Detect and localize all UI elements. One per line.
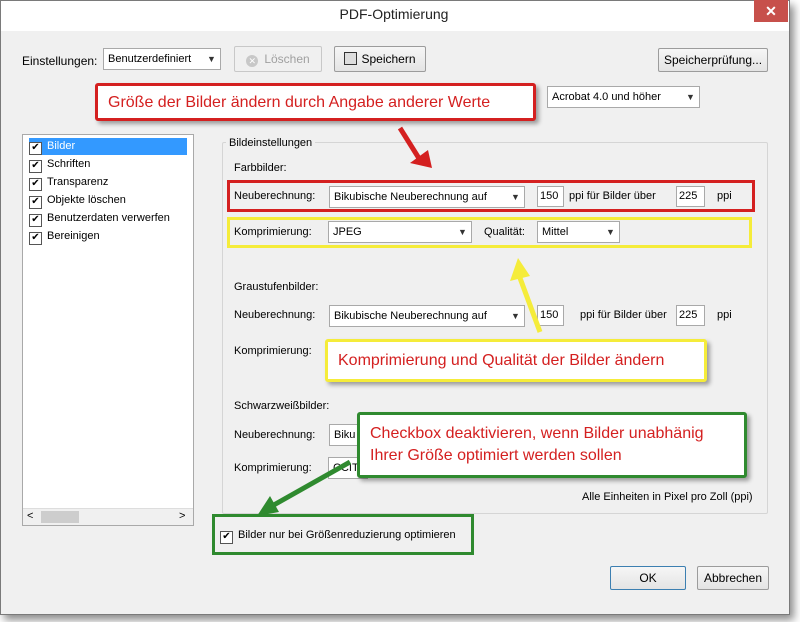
green-arrow: [270, 459, 352, 509]
red-arrow: [397, 126, 423, 162]
yellow-arrow-head: [510, 258, 530, 281]
red-callout: Größe der Bilder ändern durch Angabe and…: [95, 83, 536, 121]
yellow-callout: Komprimierung und Qualität der Bilder än…: [325, 339, 707, 382]
green-callout: Checkbox deaktivieren, wenn Bilder unabh…: [357, 412, 747, 478]
yellow-arrow: [517, 277, 543, 333]
green-callout-line1: Checkbox deaktivieren, wenn Bilder unabh…: [370, 425, 704, 442]
green-callout-line2: Ihrer Größe optimiert werden sollen: [370, 447, 622, 464]
